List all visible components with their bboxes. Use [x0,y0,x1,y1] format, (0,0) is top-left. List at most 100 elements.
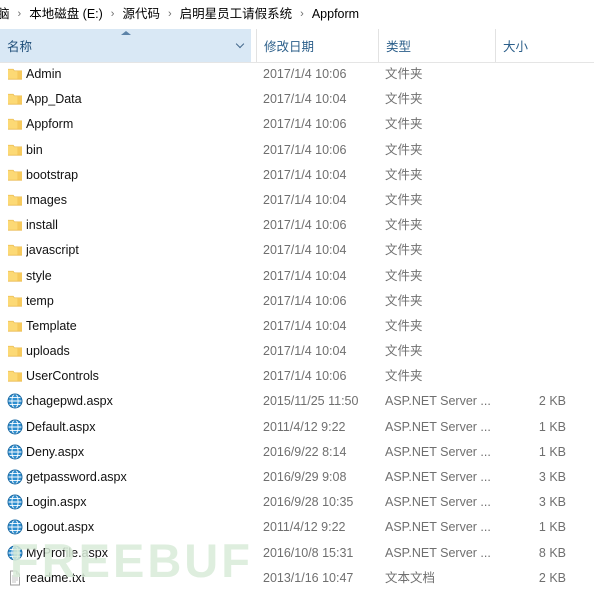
file-row[interactable]: uploads 2017/1/4 10:04 文件夹 [0,339,594,364]
file-size: 1 KB [538,444,566,459]
file-name: App_Data [26,92,82,107]
file-size [496,238,566,263]
breadcrumb-item[interactable]: 启明星员工请假系统 [179,0,294,29]
file-row[interactable]: Default.aspx 2011/4/12 9:22 ASP.NET Server… [0,415,594,440]
file-name: bin [26,142,43,157]
breadcrumb-separator: › [17,8,22,20]
file-row[interactable]: Login.aspx 2016/9/28 10:35 ASP.NET Server … [0,490,594,515]
file-modified-date: 2011/4/12 9:22 [263,520,346,535]
file-name: readme.txt [26,570,86,585]
file-size [496,62,566,87]
file-row[interactable]: UserControls 2017/1/4 10:06 文件夹 [0,364,594,389]
file-row[interactable]: Images 2017/1/4 10:04 文件夹 [0,188,594,213]
file-row[interactable]: Admin 2017/1/4 10:06 文件夹 [0,62,594,87]
file-name: style [26,268,52,283]
file-size: 3 KB [538,470,566,484]
file-row[interactable]: Template 2017/1/4 10:04 文件夹 [0,314,594,339]
file-type: 文本文档 [385,570,436,585]
chevron-down-icon[interactable] [237,41,245,49]
file-row[interactable]: install 2017/1/4 10:06 文件夹 [0,213,594,238]
file-type: ASP.NET Server ... [385,545,491,560]
file-row[interactable]: bootstrap 2017/1/4 10:04 文件夹 [0,163,594,188]
file-modified-date: 2016/9/28 10:35 [263,495,354,510]
folder-icon [7,116,23,132]
breadcrumb-item[interactable]: 本地磁盘 (E:) [28,0,104,29]
breadcrumb-separator: › [167,8,172,20]
column-header-date[interactable]: 修改日期 [256,29,378,62]
file-modified-date: 2017/1/4 10:04 [263,192,347,207]
file-name: install [26,218,58,233]
file-row[interactable]: Appform 2017/1/4 10:06 文件夹 [0,112,594,137]
breadcrumb-item[interactable]: 脑 [0,0,11,29]
file-name: Admin [26,67,62,81]
file-size [496,188,566,213]
file-modified-date: 2017/1/4 10:04 [263,344,347,359]
file-modified-date: 2016/9/22 8:14 [263,444,347,459]
file-name: Login.aspx [26,495,87,510]
file-type: 文件夹 [385,167,423,182]
file-name: getpassword.aspx [26,470,127,484]
folder-icon [7,217,23,233]
file-name: Deny.aspx [26,444,85,459]
file-row[interactable]: Logout.aspx 2011/4/12 9:22 ASP.NET Server … [0,515,594,540]
breadcrumb[interactable]: 脑 › 本地磁盘 (E:) › 源代码 › 启明星员工请假系统 › Appform [0,0,594,30]
breadcrumb-item[interactable]: Appform [311,0,360,29]
folder-icon [7,242,23,258]
file-modified-date: 2017/1/4 10:04 [263,243,347,258]
file-type: ASP.NET Server ... [385,444,491,459]
file-size: 2 KB [538,394,566,409]
file-type: ASP.NET Server ... [385,495,491,510]
file-row[interactable]: bin 2017/1/4 10:06 文件夹 [0,138,594,163]
file-name: Logout.aspx [26,520,95,535]
file-modified-date: 2017/1/4 10:06 [263,218,347,233]
breadcrumb-item[interactable]: 源代码 [121,0,161,29]
file-type: 文件夹 [385,218,423,233]
file-modified-date: 2017/1/4 10:06 [263,293,347,308]
globe-icon [7,545,23,561]
text-file-icon [7,570,23,586]
file-name: Default.aspx [26,419,96,434]
sort-ascending-icon [120,31,131,35]
file-type: 文件夹 [385,344,423,359]
file-row[interactable]: temp 2017/1/4 10:06 文件夹 [0,289,594,314]
file-size [496,339,566,364]
file-modified-date: 2017/1/4 10:06 [263,67,347,81]
file-modified-date: 2016/10/8 15:31 [263,545,354,560]
file-row[interactable]: getpassword.aspx 2016/9/29 9:08 ASP.NET Se… [0,465,594,490]
file-modified-date: 2015/11/25 11:50 [263,394,359,409]
file-modified-date: 2011/4/12 9:22 [263,419,346,434]
column-header-name[interactable]: 名称 [0,29,251,62]
file-name: uploads [26,344,70,359]
file-row[interactable]: javascript 2017/1/4 10:04 文件夹 [0,238,594,263]
file-name: MyProfile.aspx [26,545,108,560]
folder-icon [7,66,23,82]
file-name: UserControls [26,369,99,384]
file-row[interactable]: style 2017/1/4 10:04 文件夹 [0,264,594,289]
folder-icon [7,293,23,309]
file-name: javascript [26,243,79,258]
column-header-type[interactable]: 类型 [378,29,495,62]
file-name: Images [26,192,67,207]
file-row[interactable]: readme.txt 2013/1/16 10:47 文本文档 2 KB [0,566,594,591]
file-size: 2 KB [538,570,566,585]
file-row[interactable]: App_Data 2017/1/4 10:04 文件夹 [0,87,594,112]
column-header-size[interactable]: 大小 [495,29,573,62]
file-row[interactable]: Deny.aspx 2016/9/22 8:14 ASP.NET Server ..… [0,440,594,465]
file-type: ASP.NET Server ... [385,394,491,409]
file-type: 文件夹 [385,92,423,107]
file-row[interactable]: chagepwd.aspx 2015/11/25 11:50 ASP.NET Ser… [0,389,594,414]
globe-icon [7,494,23,510]
file-name: Appform [26,117,74,132]
folder-icon [7,142,23,158]
folder-icon [7,167,23,183]
file-row[interactable]: MyProfile.aspx 2016/10/8 15:31 ASP.NET Ser… [0,541,594,566]
file-modified-date: 2017/1/4 10:04 [263,268,347,283]
file-modified-date: 2017/1/4 10:06 [263,142,347,157]
file-size [496,163,566,188]
column-header-label: 名称 [7,40,33,54]
file-modified-date: 2017/1/4 10:06 [263,117,347,132]
globe-icon [7,519,23,535]
file-list[interactable]: Admin 2017/1/4 10:06 文件夹 App_Data 2017/1/4 1… [0,62,594,592]
breadcrumb-separator: › [300,8,304,20]
folder-icon [7,268,23,284]
